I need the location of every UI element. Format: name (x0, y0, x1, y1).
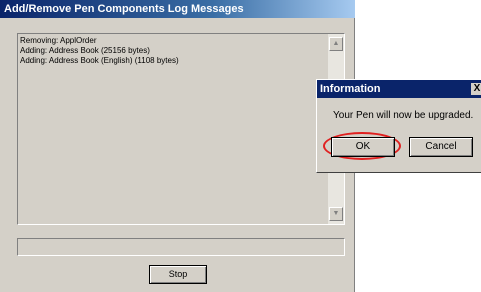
log-line: Adding: Address Book (25156 bytes) (20, 46, 150, 55)
stop-button[interactable]: Stop (149, 265, 207, 284)
log-line: Adding: Address Book (English) (1108 byt… (20, 56, 179, 65)
progress-bar (17, 238, 345, 256)
window-titlebar[interactable]: Add/Remove Pen Components Log Messages (0, 0, 355, 18)
log-lines: Removing: ApplOrder Adding: Address Book… (20, 36, 179, 66)
info-message: Your Pen will now be upgraded. (333, 110, 474, 121)
log-line: Removing: ApplOrder (20, 36, 97, 45)
info-dialog-title[interactable]: Information (317, 80, 481, 98)
ok-button[interactable]: OK (331, 137, 395, 157)
scroll-down-icon[interactable]: ▼ (329, 207, 343, 221)
cancel-button[interactable]: Cancel (409, 137, 473, 157)
close-icon[interactable]: X (471, 83, 481, 95)
information-dialog: Information X Your Pen will now be upgra… (316, 79, 481, 173)
log-messages-window: Add/Remove Pen Components Log Messages R… (0, 0, 355, 292)
screen: Add/Remove Pen Components Log Messages R… (0, 0, 481, 292)
scroll-up-icon[interactable]: ▲ (329, 37, 343, 51)
log-text-area[interactable]: Removing: ApplOrder Adding: Address Book… (17, 33, 345, 225)
